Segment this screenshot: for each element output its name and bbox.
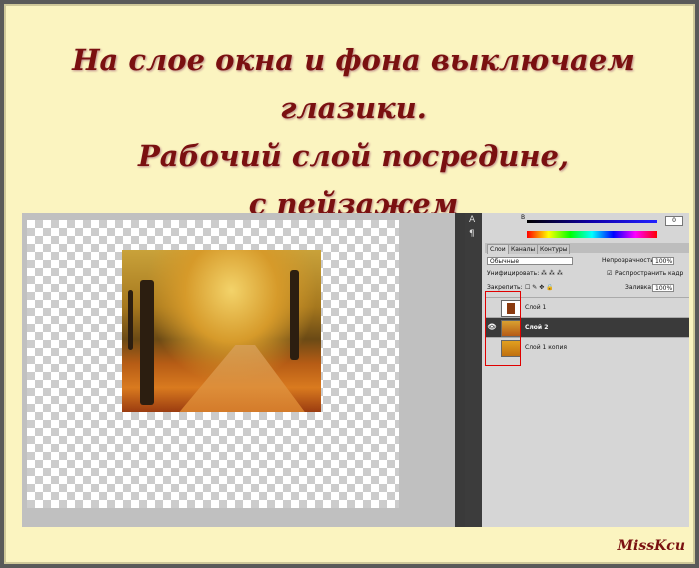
tree-trunk-left [140,280,154,405]
opacity-label: Непрозрачность: [602,257,656,264]
leaf-path [177,345,307,412]
layer-name: Слой 2 [525,324,549,331]
type-tool-icon[interactable]: A [469,215,475,225]
color-slider[interactable] [527,220,657,223]
lock-icons[interactable]: ☐ ✎ ✥ 🔒 [525,282,554,294]
tutorial-title: На слое окна и фона выключаем глазики. Р… [10,36,697,228]
tree-trunk-small [128,290,133,350]
unify-label: Унифицировать: [487,270,540,277]
blend-row: Обычные Непрозрачность: 100% [485,255,689,267]
layers-tabs: Слои Каналы Контуры [485,243,689,254]
checkbox-icon[interactable]: ☑ [607,268,612,280]
unify-icons[interactable]: ⁂ ⁂ ⁂ [541,268,563,280]
tree-trunk-right [290,270,299,360]
color-panel: B 0 [485,213,689,243]
opacity-field[interactable]: 100% [652,257,674,265]
fill-field[interactable]: 100% [652,284,674,292]
unify-row: Унифицировать: ⁂ ⁂ ⁂ ☑ Распространить ка… [485,268,689,280]
document-canvas-area [22,213,455,527]
author-signature: MissKcu [617,538,685,554]
title-line-1: На слое окна и фона выключаем глазики. [72,43,635,125]
layers-panel: A ¶ B 0 Слои Каналы Контуры Обычные Непр… [465,213,689,527]
propagate-label: Распространить кадр [615,270,684,277]
tool-icon-strip: A ¶ [465,213,482,527]
transparent-canvas[interactable] [27,220,399,508]
tab-channels[interactable]: Каналы [508,244,539,254]
layer-name: Слой 1 копия [525,344,567,351]
autumn-landscape-image [122,250,321,412]
blend-mode-select[interactable]: Обычные [487,257,573,265]
highlight-box [485,291,521,366]
panel-divider [455,213,465,527]
tab-layers[interactable]: Слои [487,244,509,254]
color-value-field[interactable]: 0 [665,216,683,226]
layer-name: Слой 1 [525,304,547,311]
paragraph-icon[interactable]: ¶ [469,229,475,239]
fill-label: Заливка: [625,284,654,291]
tab-paths[interactable]: Контуры [537,244,571,254]
channel-b-label: B [521,214,526,221]
color-spectrum[interactable] [527,231,657,238]
title-line-2: Рабочий слой посредине, [137,139,570,173]
